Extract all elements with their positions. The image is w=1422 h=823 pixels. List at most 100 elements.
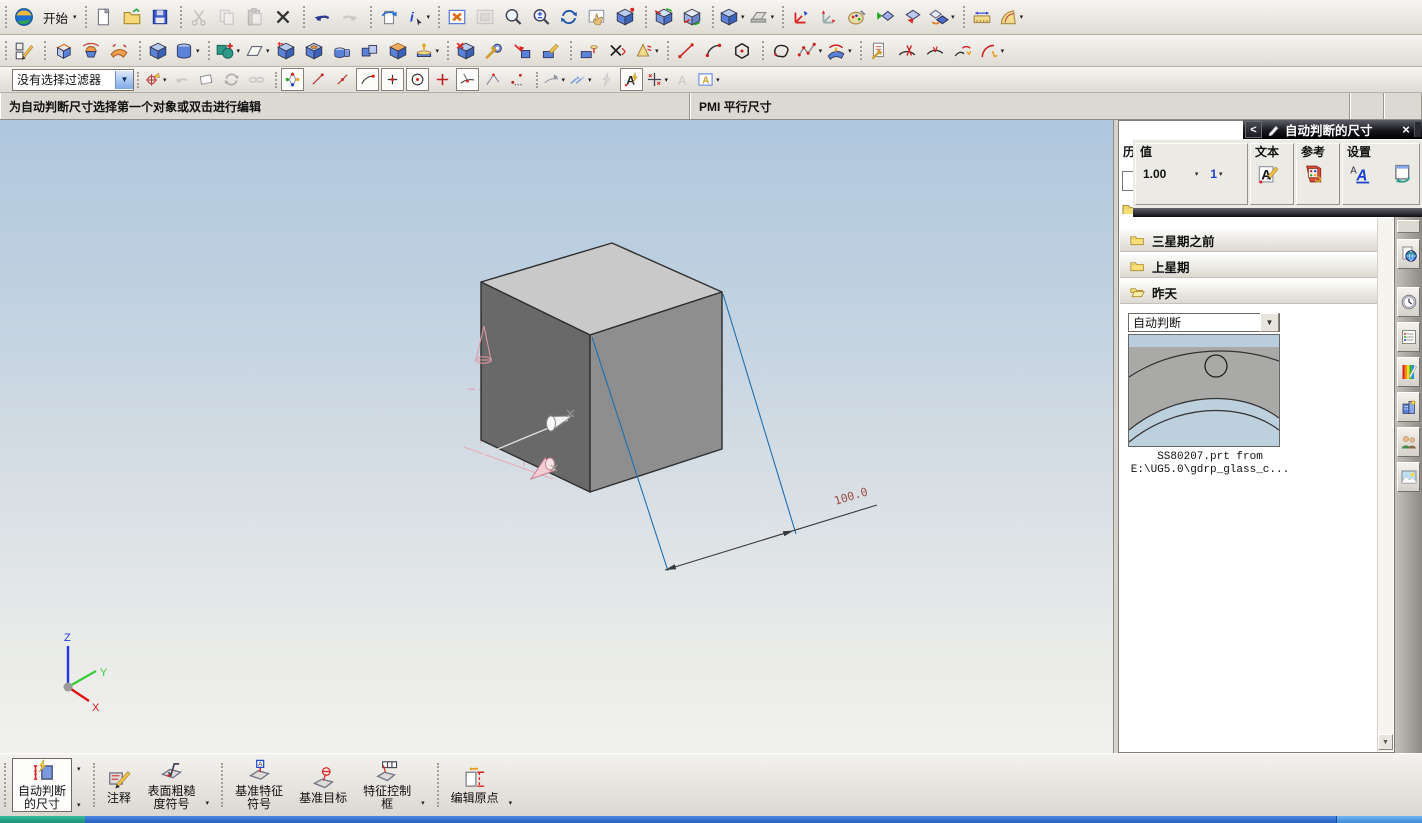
arc-center-snap-button[interactable] [405, 68, 429, 91]
block-button[interactable] [145, 38, 171, 64]
refresh-display-button[interactable] [376, 4, 402, 30]
edit-curve-parameters-button[interactable] [866, 38, 892, 64]
edit-feature-parameters-button[interactable] [481, 38, 507, 64]
two-point-snap-button[interactable] [506, 68, 529, 91]
clip-work-section-button[interactable] [679, 4, 705, 30]
pan-view-button[interactable] [584, 4, 610, 30]
part-navig[interactable] [1397, 322, 1420, 352]
sketch-button[interactable] [11, 38, 37, 64]
inferred-dimension-button[interactable]: 自动判断 的尺寸 [12, 758, 73, 812]
dimension-style-button[interactable]: ▾ [645, 68, 670, 91]
dialog-more-button[interactable] [1414, 122, 1421, 137]
roles-tab[interactable] [1397, 427, 1420, 457]
dropdown-arrow-icon[interactable]: ▾ [951, 13, 955, 21]
rendering-style-button[interactable]: ▾ [718, 4, 746, 30]
dialog-back-button[interactable]: < [1245, 121, 1262, 138]
edit-appended-text-button[interactable]: A [1255, 161, 1281, 187]
revolve-button[interactable] [78, 38, 104, 64]
zoom-in-out-button[interactable] [528, 4, 554, 30]
spline-button[interactable]: ▾ [796, 38, 824, 64]
button-dropdown-arrows[interactable]: ▾ ▾ [75, 765, 81, 809]
history-folder-row[interactable]: 昨天 [1120, 280, 1378, 306]
join-curve-button[interactable] [950, 38, 976, 64]
dropdown-arrow-icon[interactable]: ▾ [206, 799, 210, 807]
dropdown-arrow-icon[interactable]: ▾ [848, 47, 852, 55]
surface-finish-symbol-button[interactable]: 表面粗糙 度符号 [142, 758, 202, 812]
wcs-dynamics-button[interactable] [788, 4, 814, 30]
mid-point-snap-button[interactable] [331, 68, 354, 91]
dropdown-arrow-icon[interactable]: ▾ [196, 47, 200, 55]
datum-target-button[interactable]: 基准目标 [293, 758, 353, 812]
resource-bar-top-button[interactable] [1397, 220, 1420, 233]
edit-curve-fillet-button[interactable]: ▾ [978, 38, 1006, 64]
point-dialog-button[interactable]: ▾ [542, 68, 567, 91]
dropdown-arrow-icon[interactable]: ▾ [771, 13, 775, 21]
dropdown-arrow-icon[interactable]: ▼ [1260, 313, 1279, 332]
taskbar-middle-segment[interactable] [85, 816, 1336, 823]
dialog-collapsed-strip[interactable] [1133, 208, 1422, 217]
measure-distance-button[interactable] [969, 4, 995, 30]
move-face-button[interactable] [537, 38, 563, 64]
feature-control-frame-button[interactable]: 特征控制框 [357, 758, 417, 812]
extrude-button[interactable] [50, 38, 76, 64]
chamfer-button[interactable] [604, 38, 630, 64]
edit-object-display-button[interactable] [844, 4, 870, 30]
dropdown-arrow-icon[interactable]: ▾ [1195, 170, 1199, 178]
combobox-dropdown-icon[interactable]: ▼ [115, 70, 133, 89]
shell-button[interactable] [385, 38, 411, 64]
quadrant-snap-button[interactable] [431, 68, 454, 91]
arc-button[interactable] [701, 38, 727, 64]
polygon-button[interactable] [729, 38, 755, 64]
control-point-snap-button[interactable] [355, 68, 379, 91]
pad-button[interactable] [357, 38, 383, 64]
taskbar-tray-segment[interactable] [1336, 816, 1422, 823]
nx-logo[interactable] [11, 4, 37, 30]
datum-plane-button[interactable]: ▾ [243, 38, 271, 64]
history-folder-row[interactable]: 三星期之前 [1120, 228, 1378, 254]
annotation-preferences-button[interactable]: A ▾ [696, 68, 721, 91]
dropdown-arrow-icon[interactable]: ▾ [741, 13, 745, 21]
through-curves-button[interactable]: ▾ [825, 38, 853, 64]
dropdown-arrow-icon[interactable]: ▾ [237, 47, 241, 55]
dimension-type-dropdown[interactable]: 自动判断 ▼ [1128, 313, 1280, 332]
dropdown-arrow-icon[interactable]: ▾ [655, 47, 659, 55]
visual-effects-tab[interactable] [1397, 357, 1420, 387]
scrollbar-down-icon[interactable]: ▼ [1378, 734, 1393, 750]
graphics-viewport[interactable]: 100.0 Z Y X [0, 120, 1113, 753]
reset-settings-button[interactable] [1389, 161, 1415, 187]
wcs-orient-button[interactable] [816, 4, 842, 30]
web-browser-tab[interactable] [1397, 239, 1420, 269]
delete-face-button[interactable] [453, 38, 479, 64]
dropdown-arrow-icon[interactable]: ▾ [1001, 47, 1005, 55]
dropdown-arrow-icon[interactable]: ▾ [163, 76, 167, 84]
dropdown-arrow-icon[interactable]: ▾ [427, 13, 431, 21]
undo-button[interactable] [309, 4, 335, 30]
zoom-window-button[interactable] [500, 4, 526, 30]
text-style-settings-button[interactable]: AA [1347, 161, 1373, 187]
immediate-hide-button[interactable] [900, 4, 926, 30]
show-button[interactable]: ▾ [928, 4, 956, 30]
scene-navigator-tab[interactable] [1397, 392, 1420, 422]
dropdown-arrow-icon[interactable]: ▾ [562, 76, 566, 84]
edit-work-section-button[interactable] [651, 4, 677, 30]
swept-button[interactable] [106, 38, 132, 64]
flat-shadow-button[interactable]: ▾ [748, 4, 776, 30]
dimension-value-field[interactable]: 1.00 ▾ [1140, 164, 1201, 184]
trim-curve-button[interactable] [894, 38, 920, 64]
start-menu-button[interactable]: 开始 ▾ [39, 4, 78, 30]
datum-csys-button[interactable] [273, 38, 299, 64]
part-preview-thumbnail[interactable] [1128, 334, 1280, 447]
selection-filter-combobox[interactable]: 没有选择过滤器 ▼ [12, 68, 134, 91]
dimension-precision-field[interactable]: 1 ▾ [1207, 164, 1243, 184]
reference-dimension-button[interactable] [1301, 161, 1327, 187]
pattern-feature-button[interactable] [576, 38, 602, 64]
dialog-titlebar[interactable]: < 自动判断的尺寸 × [1243, 120, 1422, 139]
datum-feature-symbol-button[interactable]: A 基准特征 符号 [229, 758, 289, 812]
replace-face-button[interactable] [509, 38, 535, 64]
dropdown-arrow-icon[interactable]: ▾ [1219, 170, 1223, 178]
dropdown-arrow-icon[interactable]: ▾ [77, 801, 81, 809]
end-point-snap-button[interactable] [306, 68, 329, 91]
show-hide-button[interactable] [872, 4, 898, 30]
line-button[interactable] [673, 38, 699, 64]
enable-snap-point-button[interactable] [280, 68, 304, 91]
